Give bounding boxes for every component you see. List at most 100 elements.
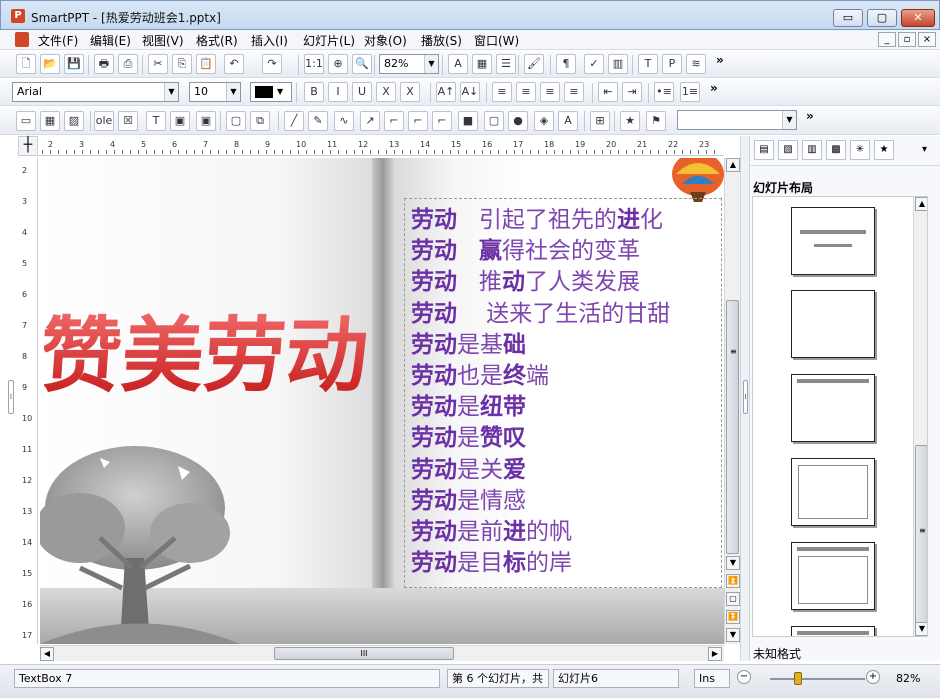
zoom-out-button[interactable]: −	[737, 670, 751, 684]
fit-slide-button[interactable]: ▢	[726, 592, 740, 606]
layout-scroll-thumb[interactable]: ≡	[915, 445, 927, 623]
ellipse-icon[interactable]: ●	[508, 111, 528, 131]
find-icon[interactable]: 🔍	[352, 54, 372, 74]
image-icon[interactable]: ▨	[64, 111, 84, 131]
chart-icon[interactable]: ▥	[608, 54, 628, 74]
layout-title-slide[interactable]	[791, 207, 875, 275]
left-panel-grip[interactable]: ⁞	[8, 380, 14, 414]
horizontal-scroll-thumb[interactable]: III	[274, 647, 454, 660]
maximize-button[interactable]: ▢	[867, 9, 897, 27]
symbol-icon[interactable]: ☒	[118, 111, 138, 131]
ruler-corner-button[interactable]: ┼	[18, 136, 38, 156]
layout-list-scrollbar[interactable]: ▲ ≡ ▼	[913, 197, 927, 636]
layout-content-only[interactable]	[791, 458, 875, 526]
redo-icon[interactable]: ↷	[262, 54, 282, 74]
star-icon[interactable]: ★	[620, 111, 640, 131]
scroll-down-button[interactable]: ▼	[915, 622, 927, 636]
rounded-rect-icon[interactable]: ▢	[484, 111, 504, 131]
layers-icon[interactable]: ≋	[686, 54, 706, 74]
new-icon[interactable]: 🗋	[16, 54, 36, 74]
zoom-in-icon[interactable]: ⊕	[328, 54, 348, 74]
slide-vertical-scrollbar[interactable]: ▲ ≡ ▼ ⏫ ▢ ⏬ ▼	[724, 158, 740, 644]
toolbar-more-button[interactable]: »	[716, 53, 724, 67]
save-icon[interactable]: 💾	[64, 54, 84, 74]
pencil-icon[interactable]: ✎	[308, 111, 328, 131]
align-center-icon[interactable]: ≡	[516, 82, 536, 102]
spell-check-icon[interactable]: ✓	[584, 54, 604, 74]
font-color-select[interactable]: ▼	[250, 82, 292, 102]
copy-icon[interactable]: ⎘	[172, 54, 192, 74]
color-scheme-icon[interactable]: ▥	[802, 140, 822, 160]
align-left-icon[interactable]: ≡	[492, 82, 512, 102]
font-size-select[interactable]: 10 ▼	[189, 82, 241, 102]
mdi-close-button[interactable]: ×	[918, 32, 936, 47]
line-icon[interactable]: ╱	[284, 111, 304, 131]
previous-slide-button[interactable]: ⏫	[726, 574, 740, 588]
table-icon[interactable]: ▦	[40, 111, 60, 131]
menu-item[interactable]: 对象(O)	[364, 32, 407, 49]
close-button[interactable]: ✕	[901, 9, 935, 27]
layout-blank[interactable]	[791, 290, 875, 358]
align-icon[interactable]: ⊞	[590, 111, 610, 131]
font-color-icon[interactable]: A	[448, 54, 468, 74]
menu-item[interactable]: 格式(R)	[196, 32, 238, 49]
connector-icon[interactable]: ⌐	[384, 111, 404, 131]
status-insert-mode[interactable]: Ins	[694, 669, 730, 688]
bold-icon[interactable]: B	[304, 82, 324, 102]
justify-icon[interactable]: ≡	[564, 82, 584, 102]
menu-item[interactable]: 视图(V)	[142, 32, 184, 49]
format-painter-icon[interactable]: 🖌	[524, 54, 544, 74]
splitter-grip[interactable]: ⁞	[743, 380, 748, 414]
scroll-down-button[interactable]: ▼	[726, 556, 740, 570]
scroll-down-more-button[interactable]: ▼	[726, 628, 740, 642]
shrink-font-icon[interactable]: A↓	[460, 82, 480, 102]
notes-icon[interactable]: ☰	[496, 54, 516, 74]
paste-icon[interactable]: 📋	[196, 54, 216, 74]
print-icon[interactable]: 🖶	[94, 54, 114, 74]
transition-icon[interactable]: ✳	[850, 140, 870, 160]
textframe-icon[interactable]: T	[146, 111, 166, 131]
scroll-up-button[interactable]: ▲	[915, 197, 927, 211]
menu-item[interactable]: 插入(I)	[251, 32, 288, 49]
slide-horizontal-scrollbar[interactable]: ◀ III ▶	[40, 645, 724, 661]
shape-icon[interactable]: ◈	[534, 111, 554, 131]
bullets-icon[interactable]: •≡	[654, 82, 674, 102]
minimize-button[interactable]: ▭	[833, 9, 863, 27]
slide-canvas[interactable]: 赞美劳动 劳动 引起了祖先的进化 劳动 赢得社会的变革 劳动 推动了人类发展 劳动 送…	[40, 158, 724, 644]
menu-item[interactable]: 播放(S)	[421, 32, 462, 49]
select-icon[interactable]: ▢	[226, 111, 246, 131]
menu-item[interactable]: 编辑(E)	[90, 32, 131, 49]
design-icon[interactable]: ▧	[778, 140, 798, 160]
clear-format-icon[interactable]: X	[400, 82, 420, 102]
next-slide-button[interactable]: ⏬	[726, 610, 740, 624]
vertical-scroll-thumb[interactable]: ≡	[726, 300, 739, 554]
cut-icon[interactable]: ✂	[148, 54, 168, 74]
connector2-icon[interactable]: ⌐	[408, 111, 428, 131]
pdf-icon[interactable]: ⎙	[118, 54, 138, 74]
picture-frame-icon[interactable]: ▣	[196, 111, 216, 131]
group-icon[interactable]: ⧉	[250, 111, 270, 131]
menu-item[interactable]: 窗口(W)	[474, 32, 519, 49]
ole-icon[interactable]: ole	[94, 111, 114, 131]
increase-indent-icon[interactable]: ⇥	[622, 82, 642, 102]
zoom-slider-handle[interactable]	[794, 672, 802, 685]
scroll-left-button[interactable]: ◀	[40, 647, 54, 661]
document-icon[interactable]	[15, 32, 29, 47]
zoom-slider-track[interactable]	[770, 678, 865, 680]
layout-two-content[interactable]	[791, 626, 875, 636]
numbering-icon[interactable]: 1≡	[680, 82, 700, 102]
connector3-icon[interactable]: ⌐	[432, 111, 452, 131]
italic-icon[interactable]: I	[328, 82, 348, 102]
layout-title-content[interactable]	[791, 542, 875, 610]
layout-icon[interactable]: ▤	[754, 140, 774, 160]
background-icon[interactable]: ▩	[826, 140, 846, 160]
zoom-select[interactable]: 82% ▼	[379, 54, 439, 74]
menu-item[interactable]: 幻灯片(L)	[303, 32, 355, 49]
print-preview-icon[interactable]: P	[662, 54, 682, 74]
style-select[interactable]: ▼	[677, 110, 797, 130]
open-icon[interactable]: 📂	[40, 54, 60, 74]
actual-size-icon[interactable]: 1:1	[304, 54, 324, 74]
slide-view-icon[interactable]: T	[638, 54, 658, 74]
textbox-icon[interactable]: ▭	[16, 111, 36, 131]
bookmark-icon[interactable]: ⚑	[646, 111, 666, 131]
